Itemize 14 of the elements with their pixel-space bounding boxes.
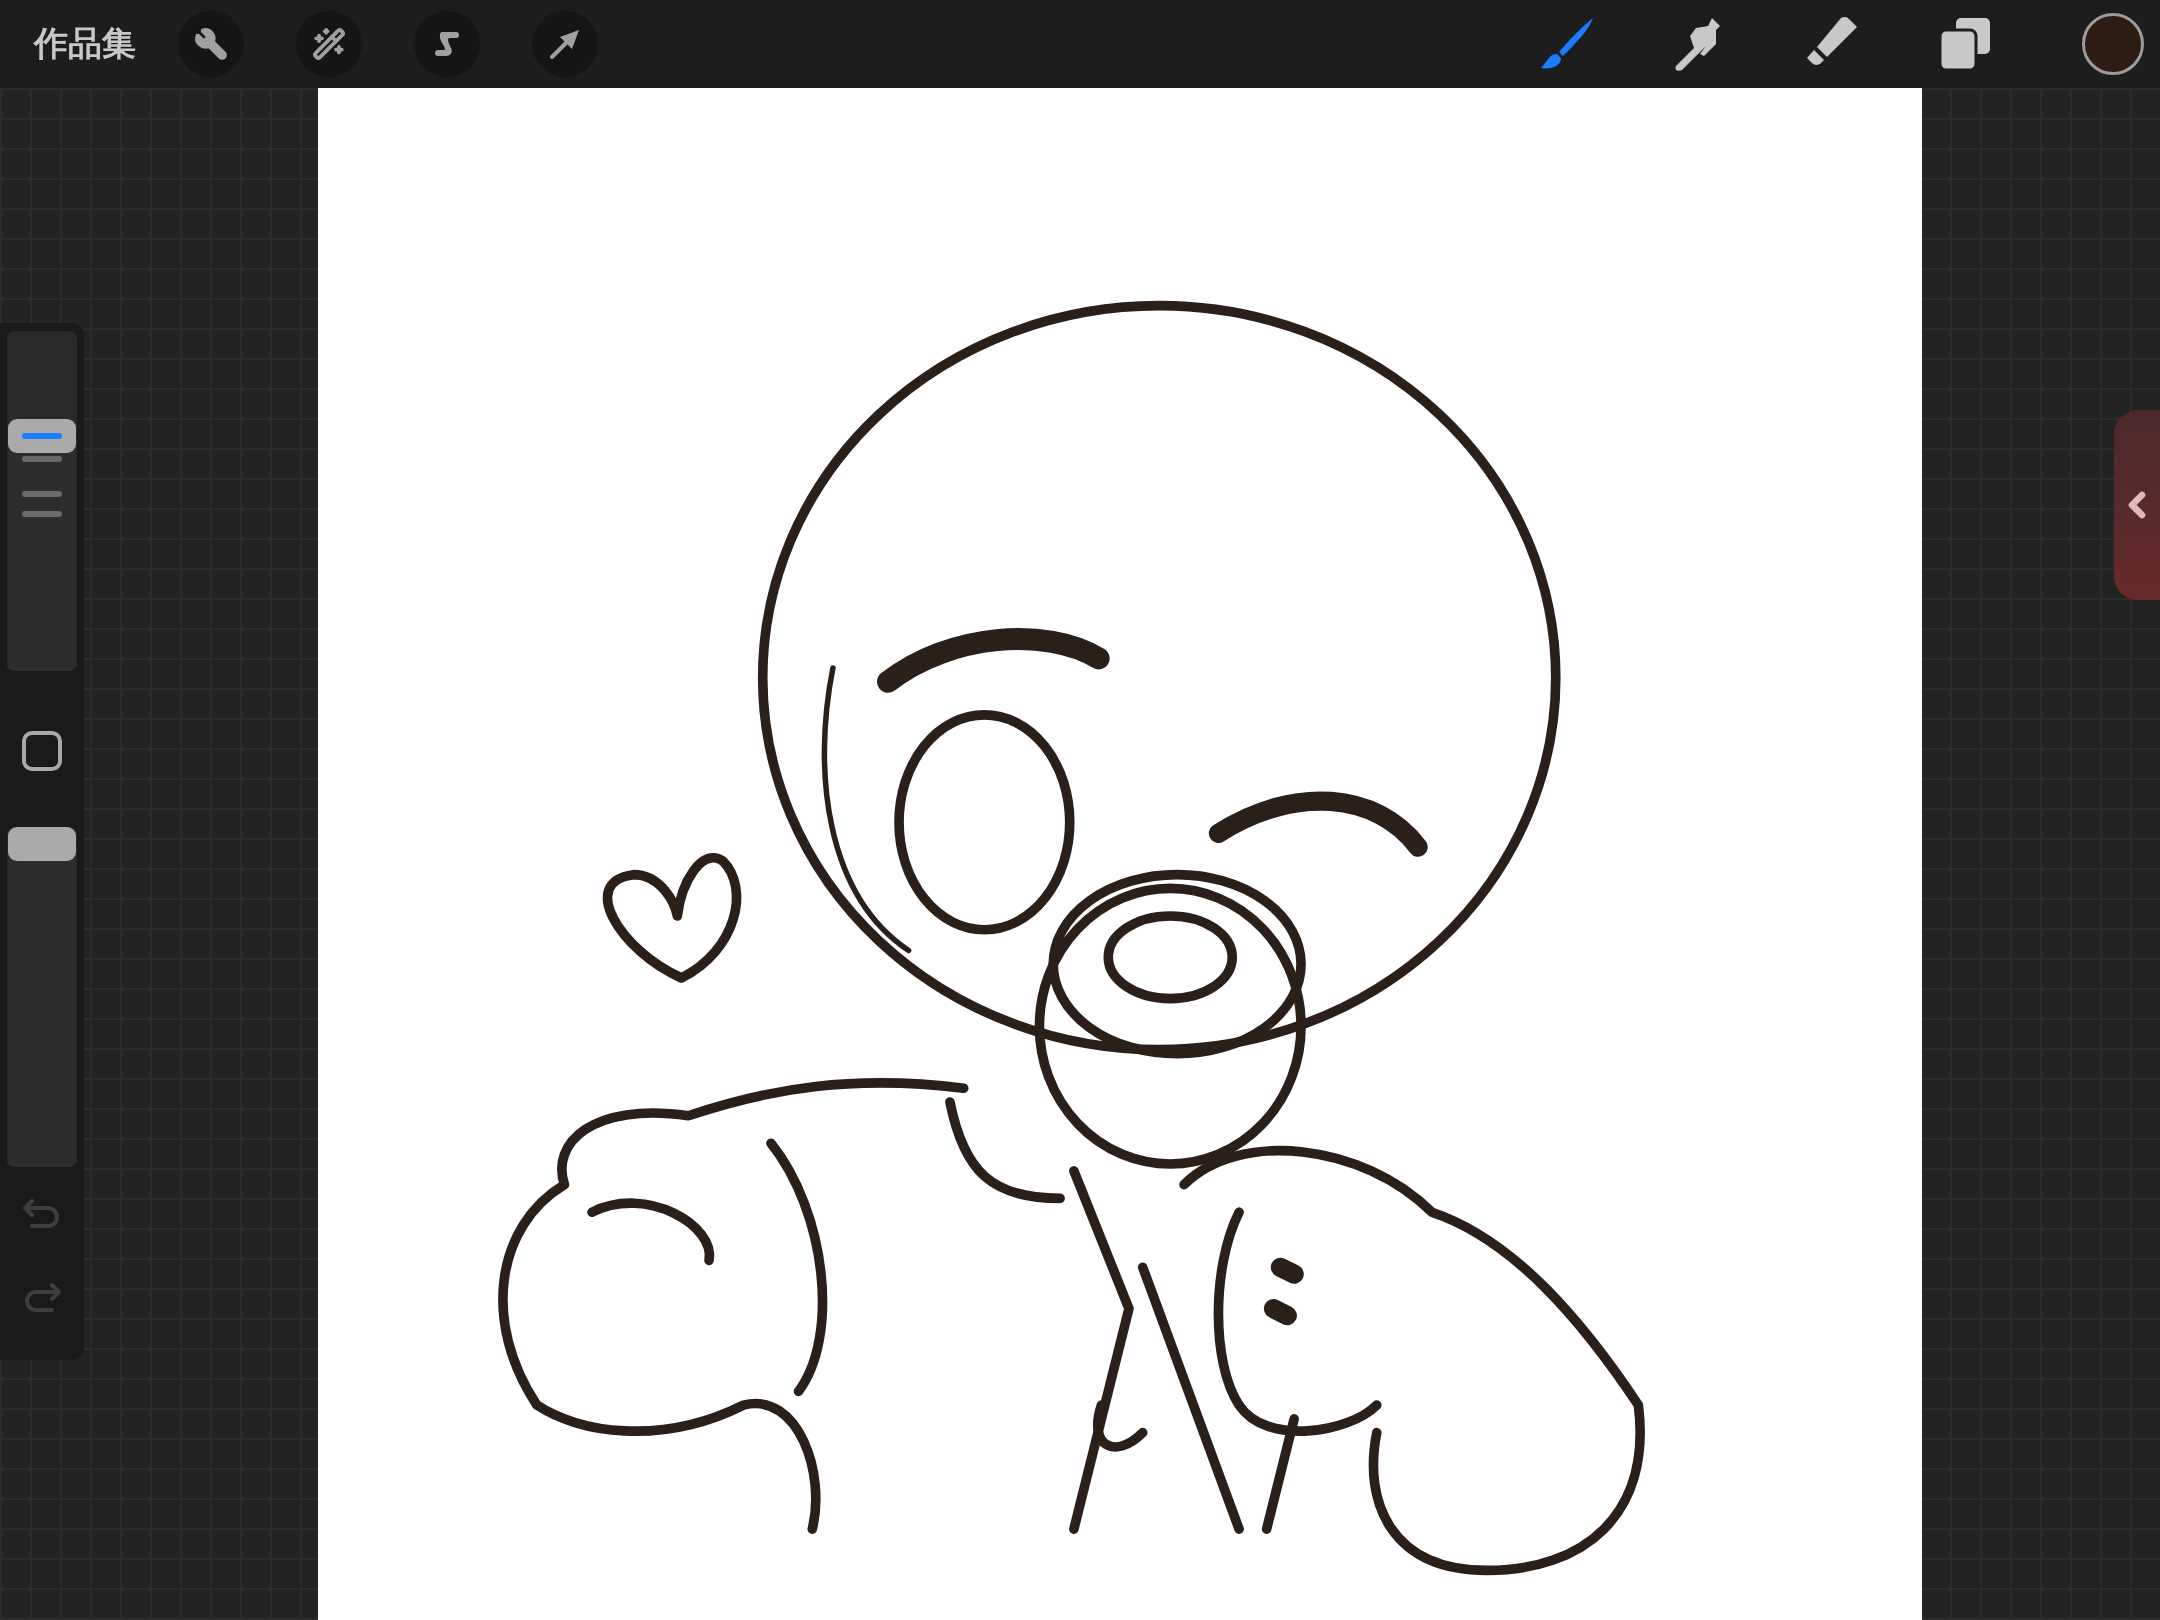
slider-thumb[interactable] bbox=[8, 827, 76, 861]
panel-toggle[interactable] bbox=[2114, 410, 2160, 600]
size-mark bbox=[22, 456, 62, 462]
modify-button[interactable] bbox=[22, 731, 62, 771]
brush-size-indicator bbox=[22, 433, 62, 440]
wrench-icon bbox=[194, 27, 228, 61]
magic-wand-icon bbox=[312, 27, 346, 61]
brush-size-slider[interactable] bbox=[7, 331, 77, 671]
size-mark bbox=[22, 491, 62, 497]
drawing-canvas[interactable] bbox=[318, 88, 1922, 1620]
slider-thumb[interactable] bbox=[8, 419, 76, 454]
gallery-label[interactable]: 作品集 bbox=[34, 21, 136, 67]
size-mark bbox=[22, 511, 62, 517]
arrow-icon bbox=[548, 27, 582, 61]
